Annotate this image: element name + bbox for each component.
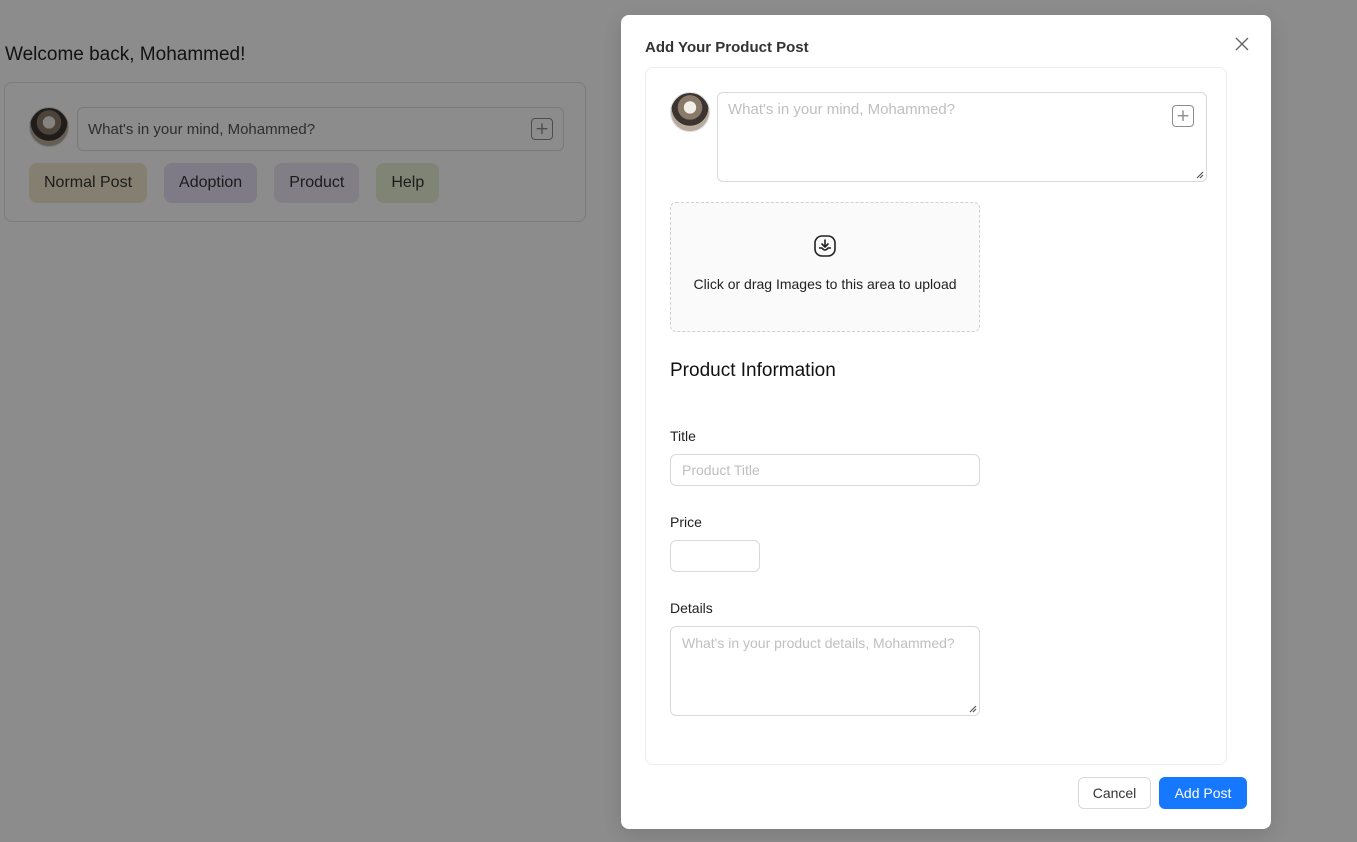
details-label: Details [670,600,713,616]
title-placeholder: Product Title [682,462,760,478]
price-label: Price [670,514,702,530]
product-title-input[interactable]: Product Title [670,454,980,486]
add-product-post-modal: Add Your Product Post What's in your min… [621,15,1271,829]
close-button[interactable] [1231,33,1253,55]
price-input[interactable] [670,540,760,572]
avatar [670,92,710,132]
inbox-icon [814,235,836,257]
modal-body: What's in your mind, Mohammed? + Click o… [645,67,1227,765]
post-textarea[interactable]: What's in your mind, Mohammed? + [717,92,1207,182]
upload-instructions: Click or drag Images to this area to upl… [693,276,957,292]
close-icon [1235,37,1249,51]
section-title: Product Information [670,360,836,381]
add-post-button[interactable]: Add Post [1159,777,1247,809]
resize-handle-icon[interactable] [1195,170,1204,179]
resize-handle-icon[interactable] [968,704,977,713]
title-label: Title [670,428,696,444]
details-textarea[interactable]: What's in your product details, Mohammed… [670,626,980,716]
post-placeholder: What's in your mind, Mohammed? [728,101,956,118]
image-upload-dropzone[interactable]: Click or drag Images to this area to upl… [670,202,980,332]
modal-title: Add Your Product Post [645,39,809,56]
details-placeholder: What's in your product details, Mohammed… [682,635,955,651]
cancel-button[interactable]: Cancel [1078,777,1151,809]
plus-square-icon[interactable]: + [1172,105,1194,127]
